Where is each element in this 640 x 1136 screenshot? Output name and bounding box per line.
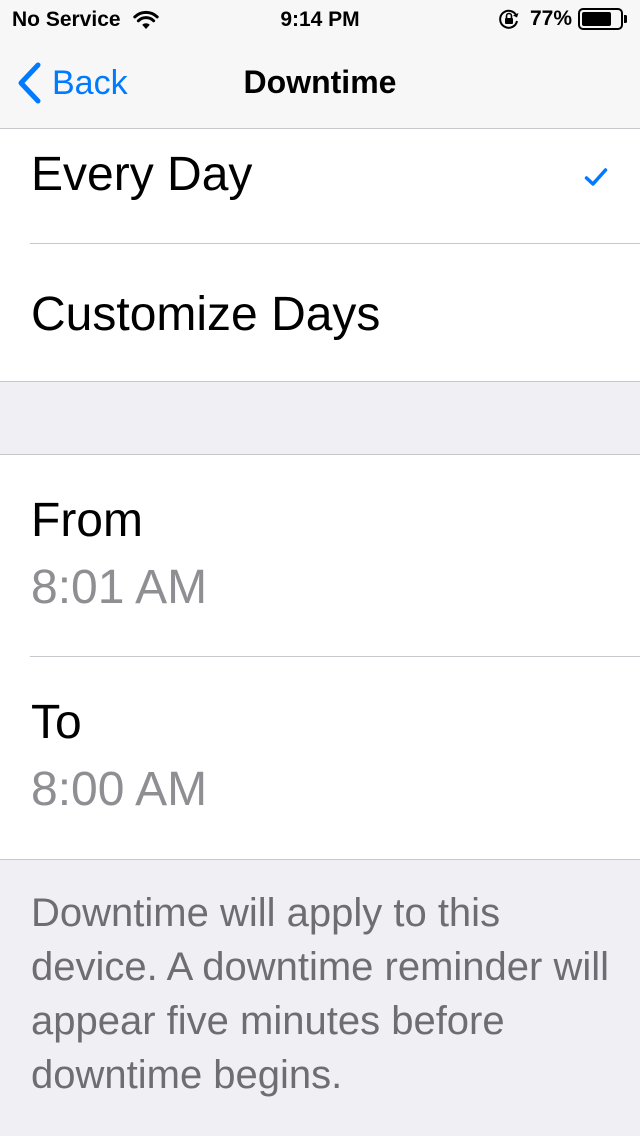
checkmark-icon <box>584 168 608 186</box>
from-label: From <box>31 494 143 547</box>
to-row[interactable]: To 8:00 AM <box>0 657 640 859</box>
from-row[interactable]: From 8:01 AM <box>0 455 640 656</box>
navigation-bar: Back Downtime <box>0 40 640 129</box>
option-every-day[interactable]: Every Day <box>0 129 640 244</box>
option-customize-days[interactable]: Customize Days <box>0 244 640 381</box>
option-label: Every Day <box>31 148 253 201</box>
days-group: Every Day Customize Days <box>0 129 640 382</box>
battery-percent: 77% <box>529 7 572 30</box>
option-label: Customize Days <box>31 288 381 341</box>
to-label: To <box>31 696 82 749</box>
status-right: 77% <box>498 7 628 31</box>
battery-icon <box>578 8 627 30</box>
from-time-value: 8:01 AM <box>31 561 208 614</box>
schedule-group: From 8:01 AM To 8:00 AM <box>0 454 640 860</box>
page-title: Downtime <box>243 64 397 100</box>
status-bar: No Service 9:14 PM 77% <box>0 0 640 40</box>
footer-note: Downtime will apply to this device. A do… <box>31 891 610 1097</box>
to-time-value: 8:00 AM <box>31 763 208 816</box>
lock-rotation-icon <box>499 9 519 29</box>
